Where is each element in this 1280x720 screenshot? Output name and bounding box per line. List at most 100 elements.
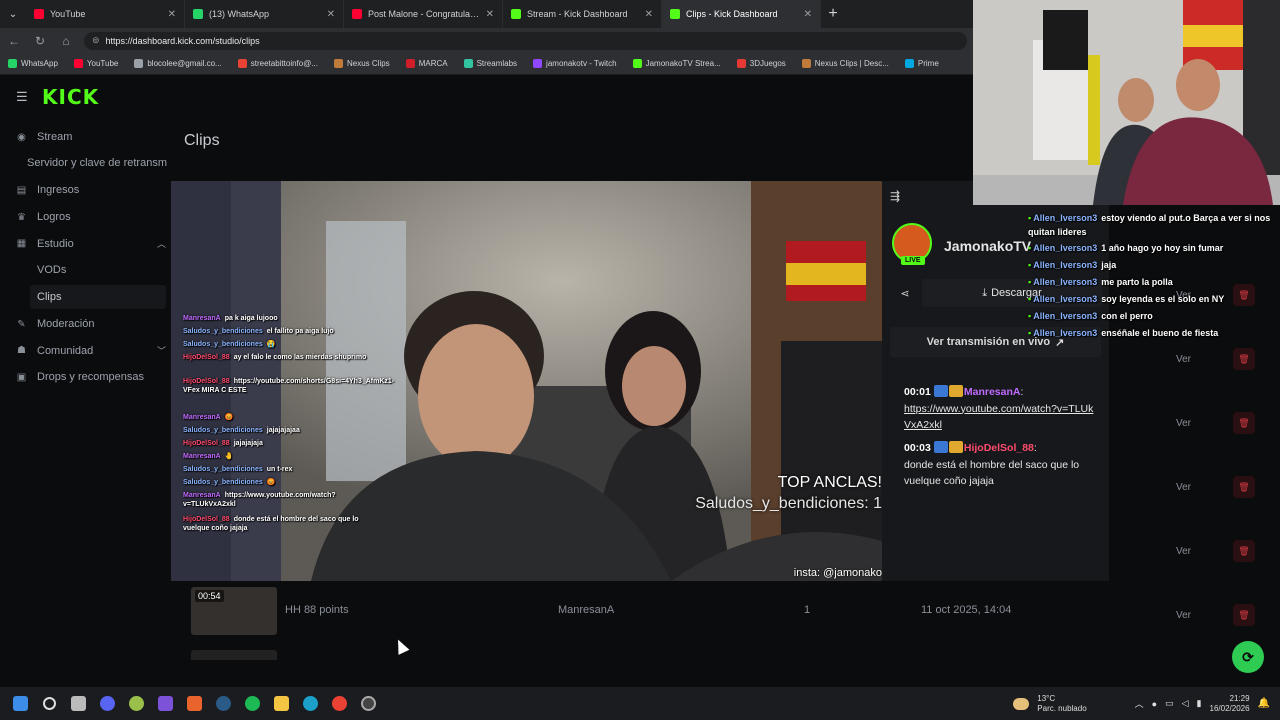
chat-username: HijoDelSol_88: [183, 516, 230, 523]
sidebar-item-comunidad[interactable]: ☗ Comunidad ﹀: [16, 344, 166, 357]
task-view-icon[interactable]: [64, 687, 93, 720]
delete-clip-icon[interactable]: 🗑: [1233, 284, 1255, 306]
chat-username[interactable]: ManresanA: [964, 386, 1021, 398]
bookmark[interactable]: jamonakotv - Twitch: [533, 59, 617, 68]
sidebar-item-stream-key[interactable]: Servidor y clave de retransm: [27, 157, 167, 169]
bookmark-label: Streamlabs: [476, 59, 518, 68]
kick-badge-icon: ▪: [1028, 294, 1032, 304]
view-clip-link[interactable]: Ver: [1176, 354, 1191, 365]
sidebar-item-estudio[interactable]: ▦ Estudio ︿: [16, 237, 166, 250]
xbox-icon[interactable]: [122, 687, 151, 720]
chat-username: Allen_Iverson3: [1033, 294, 1098, 304]
sidebar-item-logros[interactable]: ♛ Logros: [16, 211, 166, 223]
bookmark[interactable]: Streamlabs: [463, 59, 518, 68]
sidebar-item-ingresos[interactable]: ▤ Ingresos: [16, 184, 166, 196]
chevron-up-icon[interactable]: ︿: [1135, 697, 1144, 710]
collapse-panel-icon[interactable]: ⇶: [890, 189, 900, 203]
sidebar-item-stream[interactable]: ◉ Stream: [16, 131, 166, 143]
channel-name[interactable]: JamonakoTV: [944, 238, 1031, 254]
sidebar-item-moderacion[interactable]: ✎ Moderación: [16, 318, 166, 330]
address-bar[interactable]: ⊜ https://dashboard.kick.com/studio/clip…: [84, 31, 967, 50]
tab-favicon-icon: [670, 9, 680, 19]
browser-tab[interactable]: Clips - Kick Dashboard ✕: [662, 0, 821, 28]
weather-icon[interactable]: [1013, 697, 1030, 710]
sidebar-item-drops[interactable]: ▣ Drops y recompensas: [16, 371, 166, 383]
search-icon[interactable]: [35, 687, 64, 720]
bookmark[interactable]: Nexus Clips: [334, 59, 390, 68]
volume-icon[interactable]: ◁: [1182, 698, 1189, 709]
chat-username[interactable]: HijoDelSol_88: [964, 442, 1034, 454]
notifications-icon[interactable]: 🔔: [1258, 698, 1270, 709]
microphone-icon[interactable]: ●: [1152, 699, 1157, 709]
browser-tab[interactable]: YouTube ✕: [26, 0, 185, 28]
chat-username: HijoDelSol_88: [183, 354, 230, 361]
tab-title: (13) WhatsApp: [209, 9, 270, 19]
delete-clip-icon[interactable]: 🗑: [1233, 348, 1255, 370]
chrome-icon[interactable]: [325, 687, 354, 720]
brave-icon[interactable]: [180, 687, 209, 720]
bookmark[interactable]: streetabittoinfo@...: [237, 59, 318, 68]
file-explorer-icon[interactable]: [267, 687, 296, 720]
browser-tab[interactable]: (13) WhatsApp ✕: [185, 0, 344, 28]
battery-icon[interactable]: ▮: [1197, 698, 1202, 709]
moderator-badge-icon: [933, 385, 948, 397]
view-clip-link[interactable]: Ver: [1176, 482, 1191, 493]
bookmark[interactable]: Prime: [904, 59, 939, 68]
delete-clip-icon[interactable]: 🗑: [1233, 412, 1255, 434]
reload-icon[interactable]: ↻: [32, 34, 48, 48]
edge-icon[interactable]: [296, 687, 325, 720]
start-icon[interactable]: [6, 687, 35, 720]
tab-title: Post Malone - Congratulations (Official …: [368, 9, 480, 19]
sidebar-item-vods[interactable]: VODs: [37, 264, 66, 276]
close-tab-icon[interactable]: ✕: [168, 9, 176, 20]
clock[interactable]: 21:29 16/02/2026: [1210, 694, 1250, 714]
overlay-chat-message: ManresanA 🤚: [183, 452, 233, 461]
steam-icon[interactable]: [209, 687, 238, 720]
view-clip-link[interactable]: Ver: [1176, 546, 1191, 557]
home-icon[interactable]: ⌂: [58, 34, 74, 48]
chevron-down-icon: ﹀: [156, 346, 166, 356]
obs-icon[interactable]: [354, 687, 383, 720]
browser-tab[interactable]: Stream - Kick Dashboard ✕: [503, 0, 662, 28]
chat-username: ManresanA: [183, 414, 221, 421]
streamlabs-icon[interactable]: [151, 687, 180, 720]
bookmark[interactable]: blocolee@gmail.co...: [134, 59, 222, 68]
close-tab-icon[interactable]: ✕: [804, 9, 812, 20]
bookmark-label: JamonakoTV Strea...: [645, 59, 721, 68]
site-info-icon[interactable]: ⊜: [92, 35, 100, 46]
share-icon[interactable]: ⋖: [890, 279, 920, 307]
browser-tab[interactable]: Post Malone - Congratulations (Official …: [344, 0, 503, 28]
back-icon[interactable]: ←: [6, 34, 22, 48]
hamburger-menu-icon[interactable]: ☰: [16, 89, 30, 104]
close-tab-icon[interactable]: ✕: [486, 9, 494, 20]
sidebar-item-label: Comunidad: [37, 344, 94, 357]
bookmark[interactable]: YouTube: [73, 59, 118, 68]
bookmark[interactable]: JamonakoTV Strea...: [632, 59, 721, 68]
bookmark-favicon-icon: [904, 59, 914, 68]
discord-icon[interactable]: [93, 687, 122, 720]
delete-clip-icon[interactable]: 🗑: [1233, 540, 1255, 562]
tab-search-chevron-icon[interactable]: ⌄: [0, 0, 26, 28]
sidebar-item-clips[interactable]: Clips: [37, 291, 61, 303]
bookmark-label: WhatsApp: [21, 59, 58, 68]
close-tab-icon[interactable]: ✕: [645, 9, 653, 20]
delete-clip-icon[interactable]: 🗑: [1233, 476, 1255, 498]
bookmark[interactable]: MARCA: [405, 59, 448, 68]
chat-replay-message: 00:01 ManresanA: https://www.youtube.com/w…: [904, 384, 1094, 434]
bookmark[interactable]: WhatsApp: [8, 59, 58, 68]
clip-video-player[interactable]: ManresanA pa k aiga lujooo Saludos_y_bendi…: [171, 181, 882, 581]
close-tab-icon[interactable]: ✕: [327, 9, 335, 20]
network-icon[interactable]: ▭: [1165, 698, 1174, 709]
clip-thumbnail[interactable]: 00:54: [191, 587, 277, 635]
view-clip-link[interactable]: Ver: [1176, 418, 1191, 429]
weather-widget[interactable]: 13°C Parc. nublado: [1037, 694, 1086, 714]
table-row[interactable]: 00:54 HH 88 points ManresanA 1 11 oct 20…: [173, 582, 1280, 638]
spotify-icon[interactable]: [238, 687, 267, 720]
bookmark[interactable]: Nexus Clips | Desc...: [801, 59, 889, 68]
bookmark[interactable]: 3DJuegos: [736, 59, 786, 68]
page-title: Clips: [184, 132, 220, 149]
kick-logo[interactable]: KICK: [42, 85, 99, 109]
chat-link[interactable]: https://www.youtube.com/watch?v=TLUkVxA2…: [904, 403, 1093, 432]
new-tab-button[interactable]: +: [821, 0, 845, 28]
support-chat-button[interactable]: ⟳: [1232, 641, 1264, 673]
